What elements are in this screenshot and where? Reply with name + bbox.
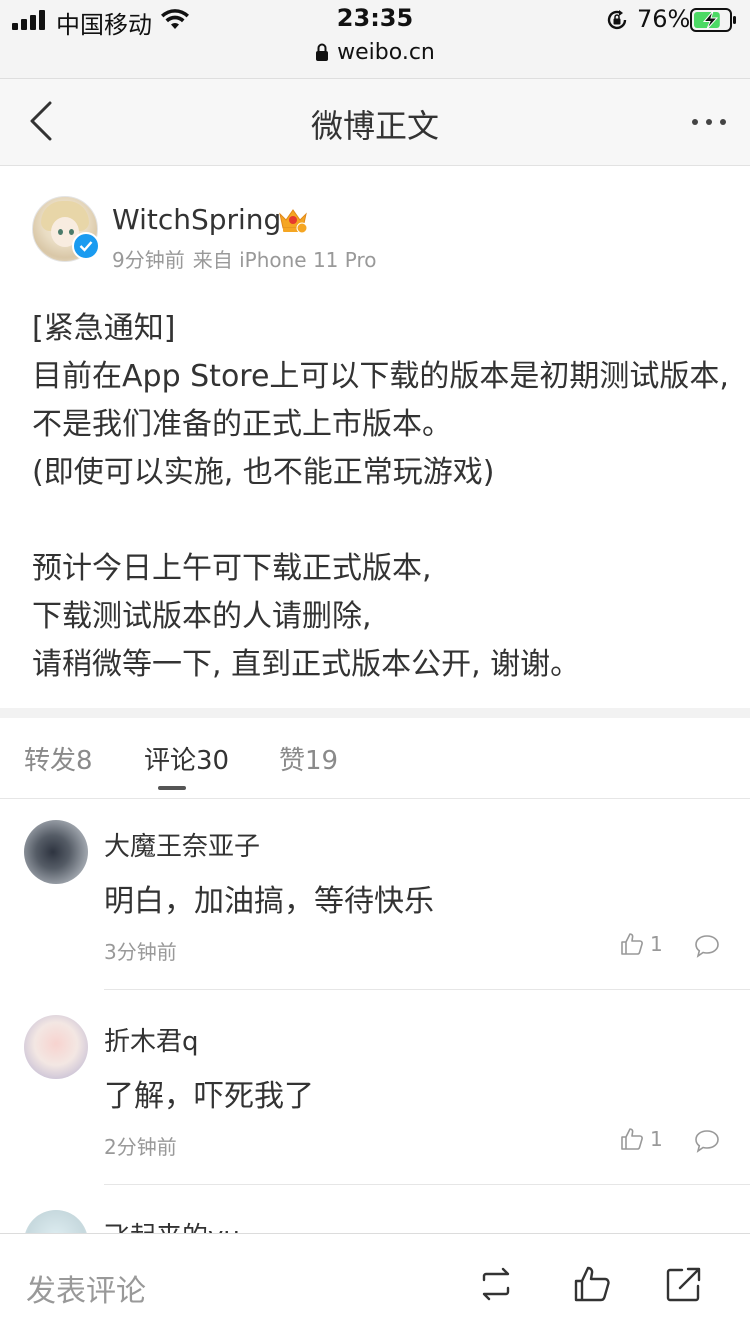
comment-username[interactable]: 折木君q [104, 1021, 199, 1058]
like-icon [621, 933, 643, 955]
post-meta: 9分钟前 来自 iPhone 11 Pro [112, 244, 377, 273]
comment-username[interactable]: 大魔王奈亚子 [104, 826, 260, 863]
comment-like-button[interactable]: 1 [620, 1127, 663, 1151]
comment-input[interactable]: 发表评论 [26, 1266, 146, 1310]
post-source: 来自 iPhone 11 Pro [192, 248, 377, 272]
post-time: 9分钟前 [112, 248, 185, 272]
post-paragraph: 请稍微等一下, 直到正式版本公开, 谢谢。 [32, 647, 581, 682]
comment-like-count: 1 [650, 932, 663, 956]
comment-avatar[interactable] [24, 1015, 88, 1079]
comment-divider [104, 989, 750, 990]
more-icon[interactable] [692, 119, 726, 125]
comment-text: 明白，加油搞，等待快乐 [104, 884, 434, 919]
tab-reposts[interactable]: 转发8 [24, 740, 93, 777]
comment-text: 了解，吓死我了 [104, 1079, 314, 1114]
battery-charging-icon [690, 8, 736, 32]
rotation-lock-icon [607, 10, 627, 30]
bottom-action-bar: 发表评论 [0, 1233, 750, 1335]
vip-crown-icon[interactable] [278, 206, 308, 234]
post-paragraph: 预计今日上午可下载正式版本, [32, 551, 432, 586]
post-paragraph: [紧急通知] [32, 311, 176, 346]
tab-comments[interactable]: 评论30 [144, 740, 229, 777]
comment-like-button[interactable]: 1 [620, 932, 663, 956]
nav-bar: 微博正文 [0, 79, 750, 166]
comment-time: 2分钟前 [104, 1135, 177, 1159]
post-body: [紧急通知] 目前在App Store上可以下载的版本是初期测试版本, 不是我们… [32, 305, 732, 689]
comment-time: 3分钟前 [104, 940, 177, 964]
comment-username[interactable]: 飞起来的yu [104, 1216, 240, 1233]
lock-icon [316, 43, 329, 61]
comment-item: 飞起来的yu [0, 1190, 750, 1233]
comment-like-count: 1 [650, 1127, 663, 1151]
active-tab-indicator [158, 786, 186, 790]
battery-percent: 76% [637, 5, 691, 33]
post-author-avatar[interactable] [32, 196, 100, 262]
share-icon[interactable] [664, 1264, 704, 1304]
reply-icon[interactable] [694, 1129, 720, 1153]
comment-divider [104, 1184, 750, 1185]
verified-icon [72, 232, 100, 260]
address-bar[interactable]: weibo.cn [0, 40, 750, 65]
reply-icon[interactable] [694, 934, 720, 958]
post-paragraph: 下载测试版本的人请删除, [32, 599, 372, 634]
post-paragraph-break [32, 497, 732, 545]
section-divider [0, 708, 750, 718]
comment-avatar[interactable] [24, 820, 88, 884]
post-author-name[interactable]: WitchSpring [112, 203, 281, 236]
comment-item: 折木君q 了解，吓死我了 2分钟前 1 [0, 995, 750, 1185]
like-icon[interactable] [572, 1264, 612, 1304]
like-icon [621, 1128, 643, 1150]
url-text: weibo.cn [337, 40, 435, 65]
post-paragraph: 目前在App Store上可以下载的版本是初期测试版本, 不是我们准备的正式上市… [32, 359, 729, 442]
tab-likes[interactable]: 赞19 [279, 740, 338, 777]
page-title: 微博正文 [310, 107, 439, 145]
comment-avatar[interactable] [24, 1210, 88, 1233]
repost-icon[interactable] [476, 1264, 516, 1304]
status-bar: 中国移动 23:35 weibo.cn 76% [0, 0, 750, 79]
post-tabs: 转发8 评论30 赞19 [0, 718, 750, 799]
comment-item: 大魔王奈亚子 明白，加油搞，等待快乐 3分钟前 1 [0, 800, 750, 990]
post-paragraph: (即使可以实施, 也不能正常玩游戏) [32, 455, 495, 490]
